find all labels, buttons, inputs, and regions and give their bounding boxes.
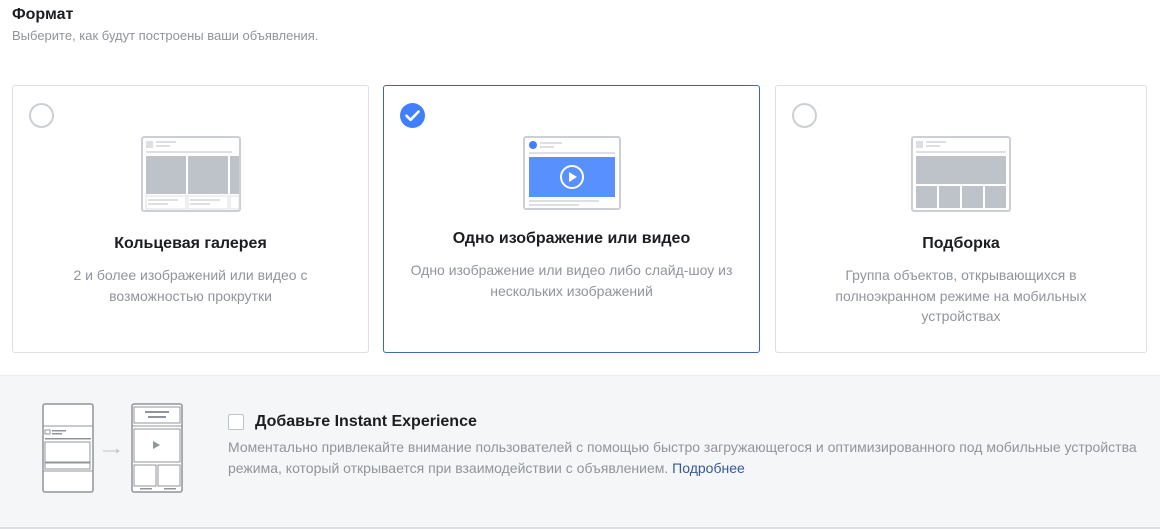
learn-more-link[interactable]: Подробнее: [672, 460, 745, 476]
format-card-title: Одно изображение или видео: [452, 230, 691, 247]
instant-experience-description: Моментально привлекайте внимание пользов…: [228, 437, 1138, 479]
collection-illustration-icon: [911, 136, 1011, 217]
format-card-carousel[interactable]: Кольцевая галерея 2 и более изображений …: [12, 85, 369, 353]
carousel-illustration-icon: [140, 136, 241, 217]
format-card-description: Группа объектов, открывающихся в полноэк…: [835, 267, 1087, 324]
format-card-description: 2 и более изображений или видео с возмож…: [73, 267, 308, 304]
format-subtitle: Выберите, как будут построены ваши объяв…: [12, 28, 319, 43]
instant-experience-illustration-icon: [42, 403, 184, 500]
format-card-description: Одно изображение или видео либо слайд-шо…: [410, 262, 733, 299]
radio-unchecked-icon[interactable]: [29, 103, 54, 128]
radio-unchecked-icon[interactable]: [792, 103, 817, 128]
format-card-title: Кольцевая галерея: [114, 235, 267, 252]
format-card-collection[interactable]: Подборка Группа объектов, открывающихся …: [775, 85, 1147, 353]
format-card-title: Подборка: [922, 235, 1000, 252]
instant-experience-checkbox[interactable]: [228, 414, 244, 430]
single-video-illustration-icon: [522, 136, 621, 215]
format-title: Формат: [12, 6, 74, 23]
instant-experience-title: Добавьте Instant Experience: [255, 413, 477, 430]
instant-experience-section: Добавьте Instant Experience Моментально …: [0, 375, 1160, 529]
ad-format-page: Формат Выберите, как будут построены ваш…: [0, 0, 1160, 529]
checkmark-circle-icon[interactable]: [400, 103, 425, 128]
format-card-single-image-video[interactable]: Одно изображение или видео Одно изображе…: [383, 85, 760, 353]
